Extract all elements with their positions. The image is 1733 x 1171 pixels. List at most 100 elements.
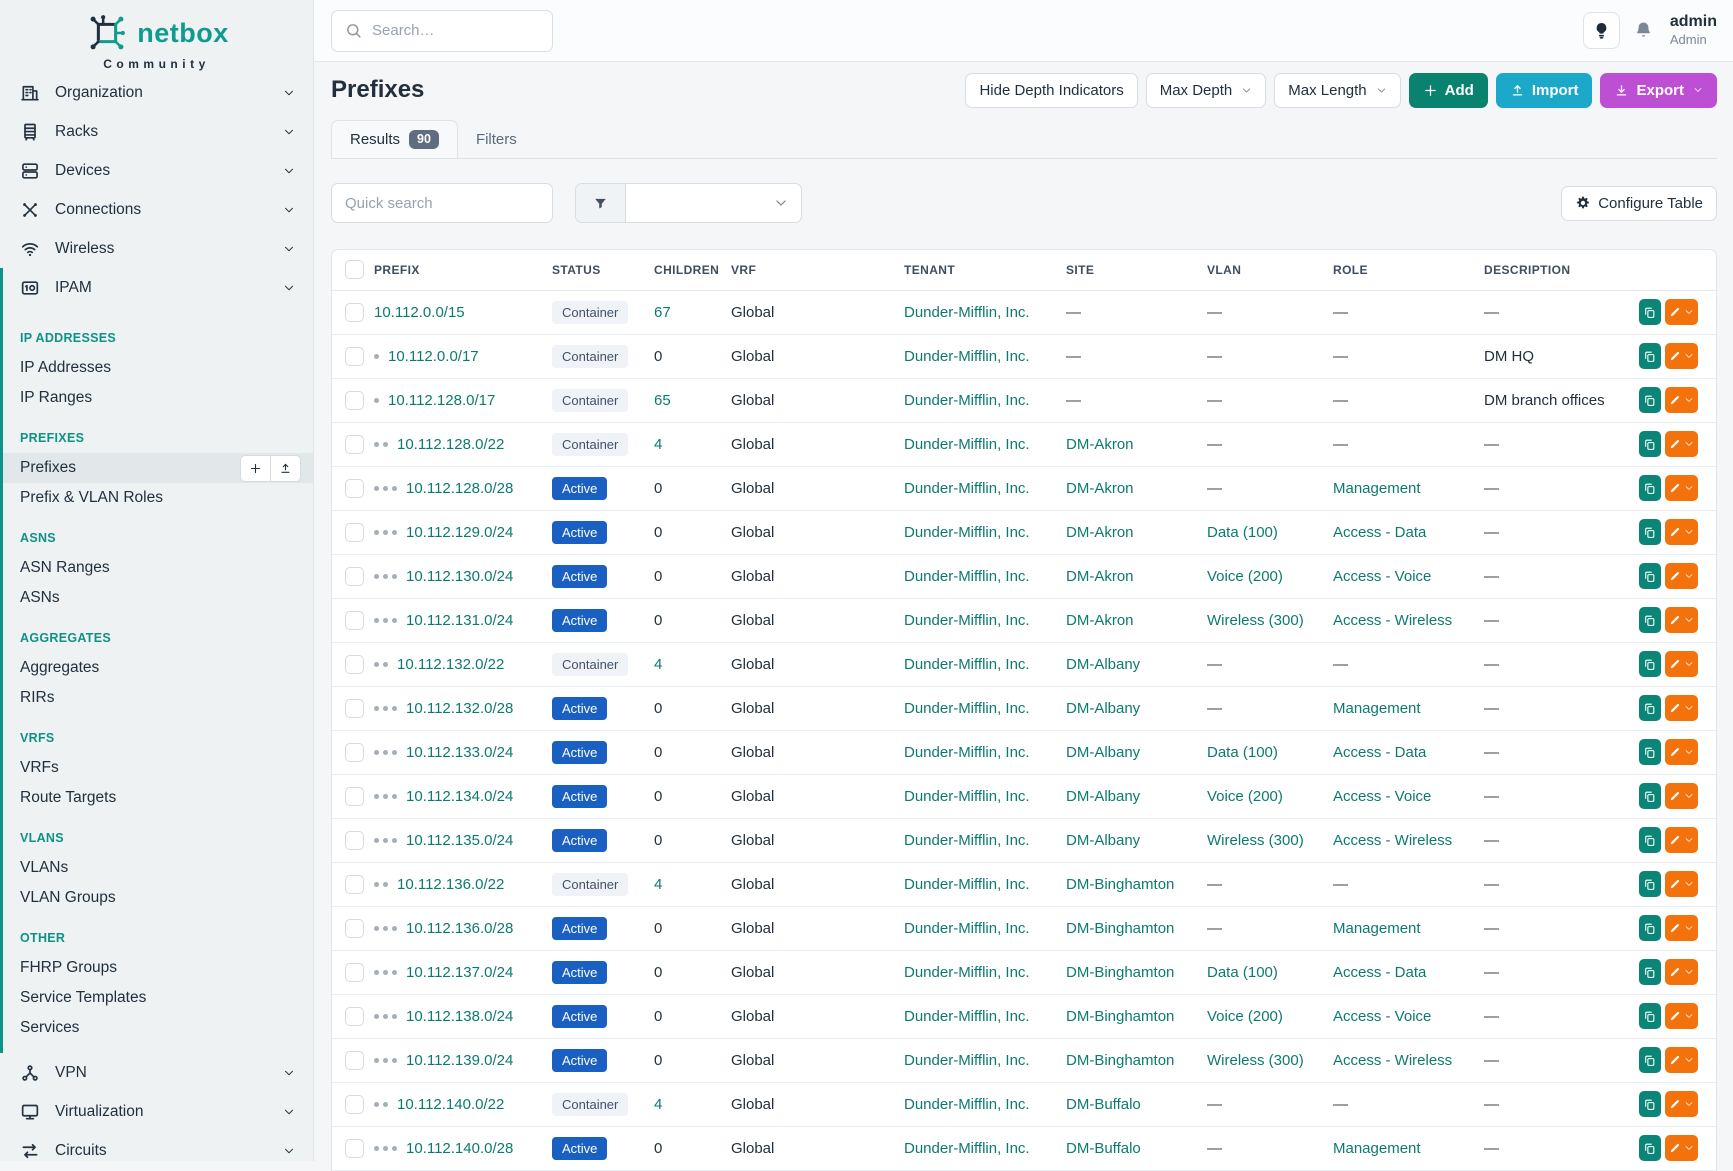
clone-button[interactable] [1639,1003,1661,1029]
tenant-link[interactable]: Dunder-Mifflin, Inc. [904,568,1030,585]
prefix-link[interactable]: 10.112.140.0/28 [406,1140,513,1157]
clone-button[interactable] [1639,387,1661,413]
site-link[interactable]: DM-Buffalo [1066,1096,1141,1113]
clone-button[interactable] [1639,695,1661,721]
edit-button[interactable] [1665,475,1698,501]
row-checkbox[interactable] [345,655,364,674]
sidebar-item-organization[interactable]: Organization [0,73,313,112]
prefix-link[interactable]: 10.112.130.0/24 [406,568,513,585]
edit-button[interactable] [1665,695,1698,721]
sidebar-item-prefixes[interactable]: Prefixes [3,453,313,483]
search-input[interactable] [372,22,539,39]
role-link[interactable]: Access - Data [1333,744,1426,761]
row-checkbox[interactable] [345,611,364,630]
sidebar-item-vlans[interactable]: VLANs [3,853,313,883]
prefix-link[interactable]: 10.112.128.0/28 [406,480,513,497]
sidebar-item-wireless[interactable]: Wireless [0,229,313,268]
column-header-vrf[interactable]: VRF [731,250,904,290]
edit-button[interactable] [1665,607,1698,633]
add-button[interactable]: Add [1409,73,1488,108]
column-header-role[interactable]: ROLE [1333,250,1484,290]
tenant-link[interactable]: Dunder-Mifflin, Inc. [904,612,1030,629]
prefix-link[interactable]: 10.112.135.0/24 [406,832,513,849]
clone-button[interactable] [1639,563,1661,589]
row-checkbox[interactable] [345,1007,364,1026]
sidebar-item-devices[interactable]: Devices [0,151,313,190]
row-checkbox[interactable] [345,1051,364,1070]
edit-button[interactable] [1665,915,1698,941]
row-checkbox[interactable] [345,435,364,454]
tenant-link[interactable]: Dunder-Mifflin, Inc. [904,436,1030,453]
column-header-site[interactable]: SITE [1066,250,1207,290]
children-count[interactable]: 65 [654,392,671,409]
site-link[interactable]: DM-Albany [1066,700,1140,717]
tenant-link[interactable]: Dunder-Mifflin, Inc. [904,348,1030,365]
edit-button[interactable] [1665,651,1698,677]
vlan-link[interactable]: Wireless (300) [1207,832,1304,849]
edit-button[interactable] [1665,739,1698,765]
sidebar-item-connections[interactable]: Connections [0,190,313,229]
edit-button[interactable] [1665,871,1698,897]
sidebar-item-ip-addresses[interactable]: IP Addresses [3,353,313,383]
clone-button[interactable] [1639,607,1661,633]
max-length-button[interactable]: Max Length [1274,73,1400,108]
select-all-checkbox[interactable] [345,260,364,279]
clone-button[interactable] [1639,959,1661,985]
prefix-link[interactable]: 10.112.132.0/22 [397,656,504,673]
site-link[interactable]: DM-Binghamton [1066,964,1174,981]
edit-button[interactable] [1665,299,1698,325]
site-link[interactable]: DM-Akron [1066,568,1134,585]
column-header-prefix[interactable]: PREFIX [374,250,552,290]
role-link[interactable]: Access - Data [1333,964,1426,981]
site-link[interactable]: DM-Albany [1066,744,1140,761]
site-link[interactable]: DM-Albany [1066,656,1140,673]
site-link[interactable]: DM-Binghamton [1066,876,1174,893]
export-button[interactable]: Export [1600,73,1717,108]
children-count[interactable]: 4 [654,656,662,673]
tenant-link[interactable]: Dunder-Mifflin, Inc. [904,700,1030,717]
row-checkbox[interactable] [345,919,364,938]
tenant-link[interactable]: Dunder-Mifflin, Inc. [904,920,1030,937]
vlan-link[interactable]: Data (100) [1207,964,1278,981]
row-checkbox[interactable] [345,479,364,498]
site-link[interactable]: DM-Binghamton [1066,920,1174,937]
tenant-link[interactable]: Dunder-Mifflin, Inc. [904,392,1030,409]
tenant-link[interactable]: Dunder-Mifflin, Inc. [904,1140,1030,1157]
clone-button[interactable] [1639,299,1661,325]
edit-button[interactable] [1665,1091,1698,1117]
sidebar-item-services[interactable]: Services [3,1013,313,1043]
sidebar-item-prefix-vlan-roles[interactable]: Prefix & VLAN Roles [3,483,313,513]
tenant-link[interactable]: Dunder-Mifflin, Inc. [904,1052,1030,1069]
edit-button[interactable] [1665,563,1698,589]
row-checkbox[interactable] [345,963,364,982]
clone-button[interactable] [1639,343,1661,369]
row-checkbox[interactable] [345,523,364,542]
sidebar-item-route-targets[interactable]: Route Targets [3,783,313,813]
tenant-link[interactable]: Dunder-Mifflin, Inc. [904,832,1030,849]
site-link[interactable]: DM-Albany [1066,788,1140,805]
sidebar-item-asns[interactable]: ASNs [3,583,313,613]
sidebar-item-asn-ranges[interactable]: ASN Ranges [3,553,313,583]
clone-button[interactable] [1639,651,1661,677]
sidebar-item-vlan-groups[interactable]: VLAN Groups [3,883,313,913]
tenant-link[interactable]: Dunder-Mifflin, Inc. [904,524,1030,541]
configure-table-button[interactable]: Configure Table [1561,186,1717,221]
sidebar-item-service-templates[interactable]: Service Templates [3,983,313,1013]
site-link[interactable]: DM-Akron [1066,480,1134,497]
sidebar-item-aggregates[interactable]: Aggregates [3,653,313,683]
edit-button[interactable] [1665,827,1698,853]
vlan-link[interactable]: Voice (200) [1207,568,1283,585]
row-checkbox[interactable] [345,347,364,366]
quick-search[interactable] [331,183,553,223]
clone-button[interactable] [1639,783,1661,809]
children-count[interactable]: 67 [654,304,671,321]
row-checkbox[interactable] [345,1095,364,1114]
prefix-link[interactable]: 10.112.136.0/28 [406,920,513,937]
children-count[interactable]: 4 [654,1096,662,1113]
clone-button[interactable] [1639,519,1661,545]
role-link[interactable]: Management [1333,700,1421,717]
clone-button[interactable] [1639,1047,1661,1073]
sidebar-item-ip-ranges[interactable]: IP Ranges [3,383,313,413]
clone-button[interactable] [1639,871,1661,897]
site-link[interactable]: DM-Akron [1066,436,1134,453]
